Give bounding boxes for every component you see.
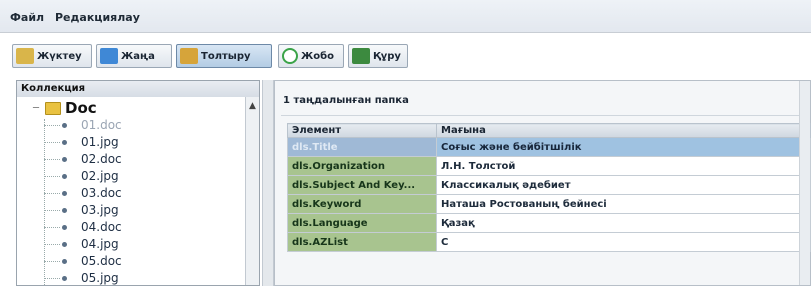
fill-button-label: Толтыру (201, 50, 251, 62)
panel-splitter[interactable] (262, 80, 274, 286)
tree-item[interactable]: 03.doc (44, 185, 122, 201)
properties-panel: 1 таңдалынған папка Элемент Мағына dls.T… (274, 80, 811, 286)
file-icon (62, 139, 67, 145)
project-button-label: Жобо (301, 50, 334, 62)
new-button[interactable]: Жаңа (96, 44, 172, 68)
tree-item[interactable]: 02.doc (44, 151, 122, 167)
properties-scrollbar[interactable] (799, 81, 810, 285)
file-icon (62, 258, 67, 264)
element-cell[interactable]: dls.Language (287, 213, 437, 233)
table-row[interactable]: dls.Keyword Наташа Ростованың бейнесі (287, 194, 811, 214)
folder-icon (45, 101, 62, 115)
table-row[interactable]: dls.Language Қазақ (287, 213, 811, 233)
menu-bar: Файл Редакциялау (0, 0, 811, 33)
save-icon (352, 48, 370, 64)
collection-panel: Коллекция ─ Doc 01.doc 01.jpg 02.doc 02.… (16, 80, 260, 286)
value-cell[interactable]: Л.Н. Толстой (436, 156, 811, 176)
fill-button[interactable]: Толтыру (176, 44, 272, 68)
file-icon (62, 241, 67, 247)
project-button[interactable]: Жобо (278, 44, 344, 68)
load-button[interactable]: Жүктеу (12, 44, 92, 68)
tree-item[interactable]: 04.jpg (44, 236, 119, 252)
tree-collapse-icon[interactable]: ─ (33, 103, 39, 114)
file-icon (62, 156, 67, 162)
toolbar: Жүктеу Жаңа Толтыру Жобо Құру (0, 40, 811, 72)
value-cell[interactable]: Наташа Ростованың бейнесі (436, 194, 811, 214)
tree-scrollbar[interactable]: ▲ (245, 97, 259, 285)
file-icon (62, 207, 67, 213)
tree-root-doc[interactable]: ─ Doc (33, 99, 97, 117)
value-cell[interactable]: Қазақ (436, 213, 811, 233)
tree-root-label: Doc (65, 99, 97, 117)
menu-file[interactable]: Файл (10, 11, 44, 24)
file-icon (62, 173, 67, 179)
edit-icon (180, 48, 198, 64)
create-button-label: Құру (373, 50, 401, 62)
table-row[interactable]: dls.Subject And Key... Классикалық әдеби… (287, 175, 811, 195)
divider (281, 115, 806, 116)
element-cell[interactable]: dls.Organization (287, 156, 437, 176)
file-icon (62, 224, 67, 230)
create-button[interactable]: Құру (348, 44, 408, 68)
tree-item[interactable]: 01.jpg (44, 134, 119, 150)
refresh-icon (282, 48, 298, 64)
tree-item[interactable]: 05.jpg (44, 270, 119, 285)
element-cell[interactable]: dls.Keyword (287, 194, 437, 214)
column-header-element[interactable]: Элемент (287, 123, 437, 138)
value-cell[interactable]: Классикалық әдебиет (436, 175, 811, 195)
tree-item[interactable]: 02.jpg (44, 168, 119, 184)
scroll-up-icon[interactable]: ▲ (249, 101, 256, 111)
tree-item[interactable]: 05.doc (44, 253, 122, 269)
column-header-value[interactable]: Мағына (436, 123, 811, 138)
element-cell[interactable]: dls.Subject And Key... (287, 175, 437, 195)
file-icon (62, 190, 67, 196)
value-cell[interactable]: Соғыс және бейбітшілік (436, 137, 811, 157)
selected-folder-title: 1 таңдалынған папка (283, 95, 409, 106)
table-row[interactable]: dls.Title Соғыс және бейбітшілік (287, 137, 811, 157)
tree-item[interactable]: 04.doc (44, 219, 122, 235)
tree-item[interactable]: 01.doc (44, 117, 122, 133)
value-cell[interactable]: С (436, 232, 811, 252)
collection-title: Коллекция (17, 81, 259, 97)
table-header-row: Элемент Мағына (287, 123, 811, 138)
properties-table: Элемент Мағына dls.Title Соғыс және бейб… (287, 123, 811, 252)
element-cell[interactable]: dls.AZList (287, 232, 437, 252)
table-row[interactable]: dls.AZList С (287, 232, 811, 252)
new-document-icon (100, 48, 118, 64)
open-folder-icon (16, 48, 34, 64)
table-row[interactable]: dls.Organization Л.Н. Толстой (287, 156, 811, 176)
menu-edit[interactable]: Редакциялау (55, 11, 140, 24)
element-cell[interactable]: dls.Title (287, 137, 437, 157)
new-button-label: Жаңа (121, 50, 155, 62)
file-icon (62, 122, 67, 128)
load-button-label: Жүктеу (37, 50, 82, 62)
tree-item[interactable]: 03.jpg (44, 202, 119, 218)
file-icon (62, 275, 67, 281)
